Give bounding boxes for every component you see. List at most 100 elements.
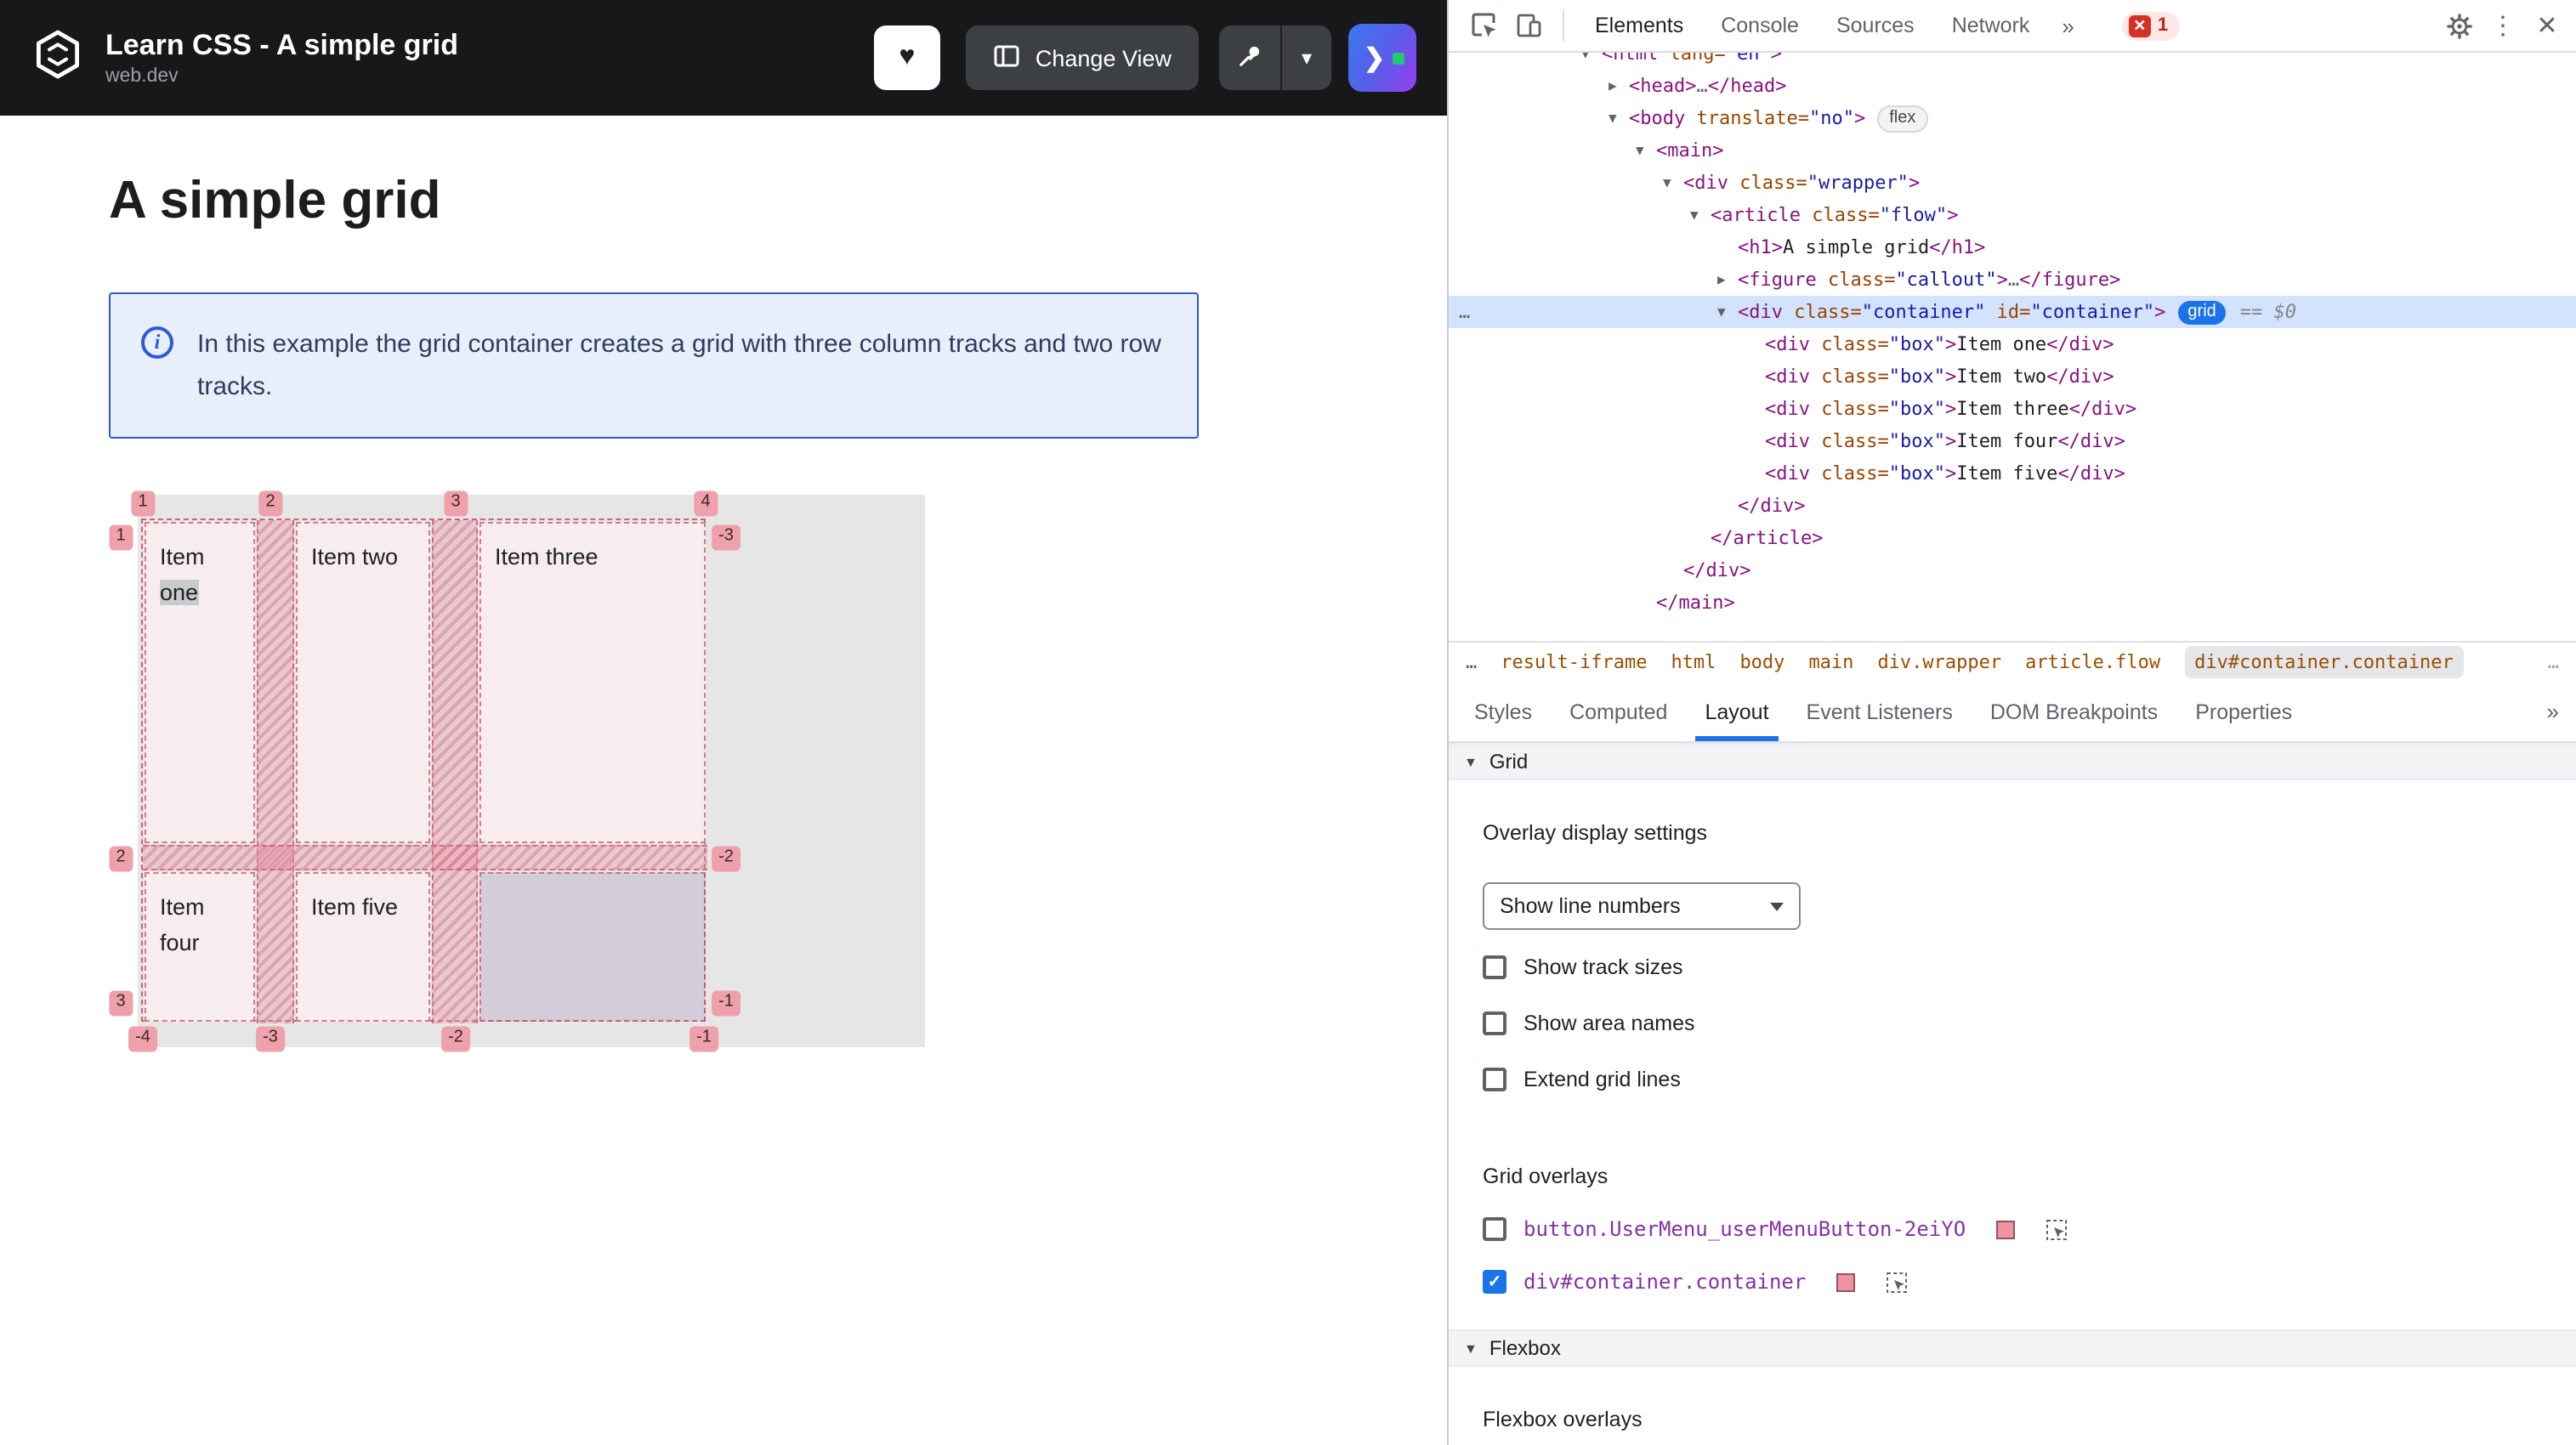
column-gap-hatch [432,520,478,1023]
pin-dropdown-button[interactable]: ▾ [1280,26,1331,90]
webdev-app: Learn CSS - A simple grid web.dev ♥ Chan… [0,0,1447,1445]
overlay-picker-icon[interactable] [1886,1271,1908,1293]
dom-tree-node[interactable]: </article> [1449,522,2576,554]
tab-event-listeners[interactable]: Event Listeners [1788,682,1972,741]
flex-badge[interactable]: flex [1877,105,1928,132]
checkbox[interactable] [1483,1217,1506,1241]
disclosure-open-icon[interactable]: ▼ [1636,143,1656,158]
breadcrumb-item[interactable]: html [1671,651,1716,673]
grid-inspector-overlay: Item one Item two Item three Item four Ite… [109,490,740,1051]
checkbox[interactable] [1483,1068,1506,1091]
disclosure-open-icon[interactable]: ▼ [1663,175,1683,190]
disclosure-open-icon[interactable]: ▼ [1690,207,1711,223]
inspect-element-icon[interactable] [1462,3,1506,48]
checkbox[interactable] [1483,1012,1506,1035]
dom-tree-node[interactable]: </div> [1449,554,2576,586]
setting-row[interactable]: Show track sizes [1483,950,2576,984]
site-name: web.dev [105,66,179,88]
node-more-icon[interactable]: … [1459,301,1470,323]
disclosure-open-icon[interactable]: ▼ [1581,53,1602,61]
setting-row[interactable]: Extend grid lines [1483,1062,2576,1096]
overlay-row[interactable]: ✓ div#container.container [1483,1265,2576,1299]
overlay-color-swatch[interactable] [1836,1272,1856,1291]
grid-section-header[interactable]: ▼ Grid [1449,743,2576,780]
breadcrumb-item[interactable]: article.flow [2025,651,2160,673]
sidebar-tab-bar: Styles Computed Layout Event Listeners DOM B… [1449,682,2576,743]
settings-gear-icon[interactable] [2437,3,2481,48]
like-button[interactable]: ♥ [873,26,940,90]
close-devtools-icon[interactable]: ✕ [2525,3,2569,48]
launch-chevron-icon: ❯ [1364,44,1386,73]
brand[interactable]: Learn CSS - A simple grid web.dev [31,26,458,89]
dom-tree-node[interactable]: ▼ <html lang= "en" > [1449,53,2576,70]
triangle-down-icon: ▼ [1464,1340,1478,1356]
devtools-tab-console[interactable]: Console [1702,0,1818,51]
tab-layout[interactable]: Layout [1686,682,1787,741]
devtools-tab-elements[interactable]: Elements [1576,0,1702,51]
setting-label: Extend grid lines [1523,1068,1681,1091]
layout-pane: ▼ Grid Overlay display settings Show lin… [1449,743,2576,1445]
setting-label: Show area names [1523,1012,1695,1035]
more-tabs-icon[interactable]: » [2048,13,2087,38]
dom-tree-node[interactable]: <div class= "box" > Item two </div> [1449,360,2576,393]
breadcrumb-item[interactable]: div#container.container [2184,646,2464,678]
dom-tree-node[interactable]: <h1> A simple grid </h1> [1449,231,2576,264]
more-options-icon[interactable]: ⋮ [2481,3,2525,48]
tab-dom-breakpoints[interactable]: DOM Breakpoints [1972,682,2176,741]
launch-logo-button[interactable]: ❯ [1348,24,1416,92]
breadcrumb-item[interactable]: body [1739,651,1784,673]
disclosure-closed-icon[interactable]: ▶ [1609,78,1629,94]
grid-badge[interactable]: grid [2177,300,2227,324]
breadcrumb-overflow-left-icon[interactable]: … [1466,651,1477,673]
tab-computed[interactable]: Computed [1551,682,1686,741]
dom-tree-node[interactable]: <div class= "box" > Item four </div> [1449,425,2576,457]
dom-tree-node[interactable]: ▼ <div class= "wrapper" > [1449,167,2576,199]
overlay-row[interactable]: button.UserMenu_userMenuButton-2eiYO [1483,1212,2576,1246]
overlay-color-swatch[interactable] [1996,1220,2016,1238]
console-error-badge[interactable]: ✕ 1 [2121,11,2181,40]
overlay-picker-icon[interactable] [2045,1218,2068,1240]
line-numbers-select[interactable]: Show line numbers [1483,882,1801,930]
pin-button[interactable] [1219,26,1280,90]
setting-row[interactable]: Show area names [1483,1006,2576,1040]
dom-tree-node[interactable]: <div class= "box" > Item one </div> [1449,328,2576,360]
disclosure-open-icon[interactable]: ▼ [1717,304,1738,320]
breadcrumb-item[interactable]: main [1808,651,1853,673]
dom-tree-node[interactable]: … ▼ <div class= "container" id= "container" >… [1449,296,2576,328]
dom-tree-node[interactable]: ▶ <figure class= "callout" >… </figure> [1449,264,2576,296]
more-tabs-icon[interactable]: » [2530,682,2576,741]
triangle-down-icon: ▼ [1464,754,1478,769]
checkbox[interactable] [1483,955,1506,979]
disclosure-closed-icon[interactable]: ▶ [1717,272,1738,287]
dom-tree-node[interactable]: ▼ <body translate= "no" > flex [1449,102,2576,134]
grid-section-content: Overlay display settings Show line numbe… [1449,821,2576,1299]
grid-section-label: Grid [1489,750,1529,774]
breadcrumb-item[interactable]: div.wrapper [1877,651,2001,673]
disclosure-open-icon[interactable]: ▼ [1609,110,1629,126]
column-gap-hatch [257,520,294,1023]
screen: Learn CSS - A simple grid web.dev ♥ Chan… [0,0,2576,1445]
grid-line-number: -1 [712,990,740,1016]
grid-line-number: -4 [128,1026,157,1051]
pin-split-button: ▾ [1219,26,1331,90]
flexbox-section-header[interactable]: ▼ Flexbox [1449,1329,2576,1367]
devtools-tab-sources[interactable]: Sources [1818,0,1933,51]
tab-properties[interactable]: Properties [2176,682,2311,741]
dom-tree-node[interactable]: </div> [1449,490,2576,522]
change-view-label: Change View [1035,45,1172,71]
change-view-button[interactable]: Change View [965,26,1199,90]
grid-line-number: 3 [109,990,133,1016]
breadcrumb-item[interactable]: result-iframe [1501,651,1647,673]
info-icon: i [141,326,173,359]
dom-tree-node[interactable]: </main> [1449,586,2576,619]
grid-line-number: -3 [256,1026,285,1051]
dom-tree-node[interactable]: ▼ <article class= "flow" > [1449,199,2576,231]
dom-tree-node[interactable]: <div class= "box" > Item three </div> [1449,393,2576,425]
dom-tree-node[interactable]: ▼ <main> [1449,134,2576,167]
device-toolbar-icon[interactable] [1506,3,1551,48]
checkbox[interactable]: ✓ [1483,1270,1506,1294]
dom-tree-node[interactable]: <div class= "box" > Item five </div> [1449,457,2576,490]
devtools-tab-network[interactable]: Network [1933,0,2049,51]
dom-tree-node[interactable]: ▶ <head>… </head> [1449,70,2576,102]
tab-styles[interactable]: Styles [1455,682,1551,741]
